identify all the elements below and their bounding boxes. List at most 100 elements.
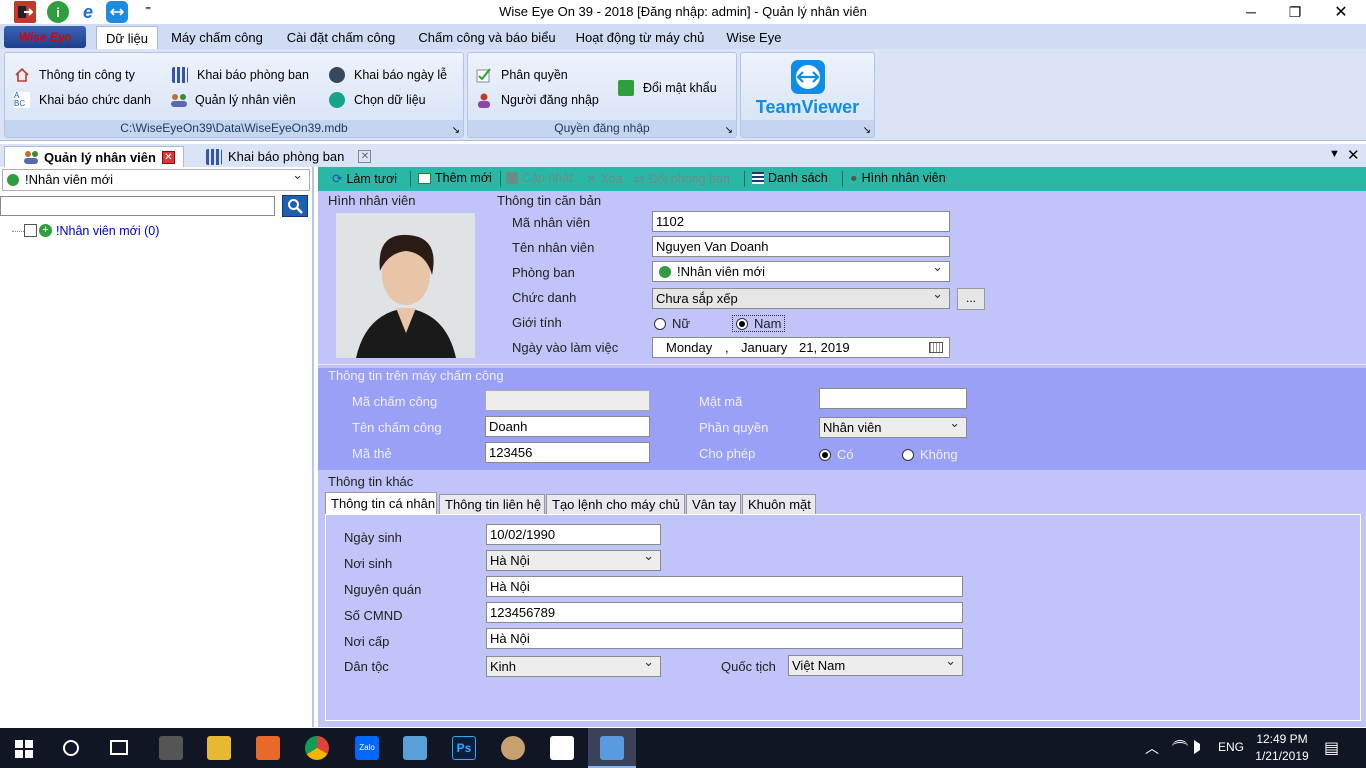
permission-button[interactable]: Phân quyền xyxy=(476,65,568,85)
doc-tab-employee-manage[interactable]: Quản lý nhân viên ✕ xyxy=(4,146,184,167)
delete-button[interactable]: ✕ Xóa xyxy=(586,171,623,187)
clock-time[interactable]: 12:49 PM xyxy=(1256,732,1308,746)
abc-icon: A BC xyxy=(14,92,30,108)
machine-code-input[interactable] xyxy=(485,390,650,411)
wiseeye-taskbar-active[interactable] xyxy=(588,728,636,768)
machine-name-label: Tên chấm công xyxy=(352,420,442,435)
tab-personal-info[interactable]: Thông tin cá nhân xyxy=(325,492,437,514)
paint-icon[interactable] xyxy=(501,736,525,760)
employee-manage-button[interactable]: Quản lý nhân viên xyxy=(170,90,296,110)
file-explorer-icon[interactable] xyxy=(207,736,231,760)
tab-cham-cong-bao-bieu[interactable]: Chấm công và báo biểu xyxy=(414,26,560,49)
users-icon xyxy=(23,149,39,165)
add-new-button[interactable]: Thêm mới xyxy=(418,171,492,185)
pob-dropdown[interactable]: Hà Nội xyxy=(486,550,661,571)
employee-photo-button[interactable]: ● Hình nhân viên xyxy=(850,171,946,185)
home-icon xyxy=(14,67,30,83)
close-button[interactable]: ✕ xyxy=(1318,0,1364,24)
company-info-button[interactable]: Thông tin công ty xyxy=(14,65,135,85)
tree-item-new-employee[interactable]: !Nhân viên mới (0) xyxy=(56,224,159,238)
calendar-icon[interactable] xyxy=(929,342,943,353)
start-date-picker[interactable]: Monday , January 21, 2019 xyxy=(652,337,950,358)
position-declare-button[interactable]: A BC Khai báo chức danh xyxy=(14,90,151,110)
role-dropdown[interactable]: Nhân viên xyxy=(819,417,967,438)
choose-data-button[interactable]: Chọn dữ liệu xyxy=(329,90,426,110)
machine-info-section: Thông tin trên máy chấm công Mã chấm côn… xyxy=(318,368,1366,470)
windows-start-icon[interactable] xyxy=(15,740,33,761)
login-users-button[interactable]: Người đăng nhập xyxy=(476,90,599,110)
position-browse-button[interactable]: ... xyxy=(957,288,985,310)
app-menu-button[interactable]: Wise Eye xyxy=(4,26,86,48)
close-tab-icon[interactable]: ✕ xyxy=(358,150,372,163)
change-password-button[interactable]: Đổi mật khẩu xyxy=(618,78,717,98)
toolbar-separator xyxy=(410,171,411,187)
group-launcher-icon[interactable]: ↘ xyxy=(725,125,733,136)
ribbon: Thông tin công ty A BC Khai báo chức danh … xyxy=(0,49,1366,141)
dob-input[interactable]: 10/02/1990 xyxy=(486,524,661,545)
doc-tab-department-declare[interactable]: Khai báo phòng ban ✕ xyxy=(196,146,382,167)
teamviewer-label[interactable]: TeamViewer xyxy=(741,97,874,118)
card-code-input[interactable]: 123456 xyxy=(485,442,650,463)
allow-yes-radio[interactable]: Có xyxy=(819,447,854,462)
tab-cai-dat-cham-cong[interactable]: Cài đặt chấm công xyxy=(282,26,400,49)
password-input[interactable] xyxy=(819,388,967,409)
photos-icon[interactable] xyxy=(550,736,574,760)
nationality-dropdown[interactable]: Việt Nam xyxy=(788,655,963,676)
tree-checkbox[interactable] xyxy=(24,224,37,237)
clock-date[interactable]: 1/21/2019 xyxy=(1252,749,1312,763)
tab-contact-info[interactable]: Thông tin liên hệ xyxy=(439,494,545,514)
department-select[interactable]: !Nhân viên mới xyxy=(2,169,310,191)
tab-du-lieu[interactable]: Dữ liệu xyxy=(96,26,158,49)
tab-list-dropdown[interactable]: ▼ xyxy=(1329,148,1340,160)
maximize-button[interactable]: ❐ xyxy=(1272,0,1318,24)
basic-info-title: Thông tin căn bản xyxy=(497,193,602,208)
notification-icon[interactable]: ▤ xyxy=(1324,738,1339,758)
book-app-icon[interactable] xyxy=(403,736,427,760)
group-launcher-icon[interactable]: ↘ xyxy=(863,125,871,136)
wifi-icon[interactable] xyxy=(1172,740,1188,754)
department-declare-button[interactable]: Khai báo phòng ban xyxy=(172,65,309,85)
id-number-input[interactable]: 123456789 xyxy=(486,602,963,623)
group-launcher-icon[interactable]: ↘ xyxy=(452,125,460,136)
language-indicator[interactable]: ENG xyxy=(1218,740,1244,754)
search-icon[interactable] xyxy=(63,740,79,756)
close-tab-icon[interactable]: ✕ xyxy=(161,150,175,164)
tab-server-command[interactable]: Tạo lệnh cho máy chủ xyxy=(546,494,685,514)
tab-hoat-dong-may-chu[interactable]: Hoạt động từ máy chủ xyxy=(572,26,708,49)
close-all-tabs-button[interactable]: ✕ xyxy=(1347,146,1360,164)
chevron-up-icon[interactable]: ︿ xyxy=(1145,738,1159,758)
app-icon-taskbar-1[interactable] xyxy=(159,736,183,760)
task-view-icon[interactable] xyxy=(110,740,128,755)
zalo-icon[interactable]: Zalo xyxy=(355,736,379,760)
tab-face[interactable]: Khuôn mặt xyxy=(742,494,816,514)
gender-male-radio[interactable]: Nam xyxy=(732,315,786,332)
emp-name-input[interactable]: Nguyen Van Doanh xyxy=(652,236,950,257)
tab-fingerprint[interactable]: Vân tay xyxy=(686,494,741,514)
update-button[interactable]: Cập nhật xyxy=(506,171,573,185)
tab-wise-eye[interactable]: Wise Eye xyxy=(722,26,786,49)
chrome-icon[interactable] xyxy=(305,736,329,760)
position-dropdown[interactable]: Chưa sắp xếp xyxy=(652,288,950,309)
photoshop-icon[interactable]: Ps xyxy=(452,736,476,760)
list-button[interactable]: Danh sách xyxy=(752,171,828,185)
search-button[interactable] xyxy=(282,195,308,217)
ribbon-group-teamviewer: TeamViewer ↘ xyxy=(740,52,875,138)
gender-female-radio[interactable]: Nữ xyxy=(654,316,690,331)
origin-input[interactable]: Hà Nội xyxy=(486,576,963,597)
employee-photo[interactable] xyxy=(336,213,475,358)
refresh-button[interactable]: ⟳ Làm tươi xyxy=(332,171,397,187)
xampp-icon[interactable] xyxy=(256,736,280,760)
ethnic-dropdown[interactable]: Kinh xyxy=(486,656,661,677)
allow-no-radio[interactable]: Không xyxy=(902,447,958,462)
machine-name-input[interactable]: Doanh xyxy=(485,416,650,437)
tab-may-cham-cong[interactable]: Máy chấm công xyxy=(166,26,268,49)
department-dropdown[interactable]: !Nhân viên mới xyxy=(652,261,950,282)
holiday-declare-button[interactable]: Khai báo ngày lễ xyxy=(329,65,447,85)
change-department-button[interactable]: ⇄ Đổi phòng ban xyxy=(634,171,730,187)
issue-place-input[interactable]: Hà Nội xyxy=(486,628,963,649)
search-input[interactable] xyxy=(0,196,275,216)
emp-id-input[interactable]: 1102 xyxy=(652,211,950,232)
volume-icon[interactable] xyxy=(1194,740,1206,754)
teamviewer-icon[interactable] xyxy=(791,60,825,94)
minimize-button[interactable]: ─ xyxy=(1228,0,1274,24)
